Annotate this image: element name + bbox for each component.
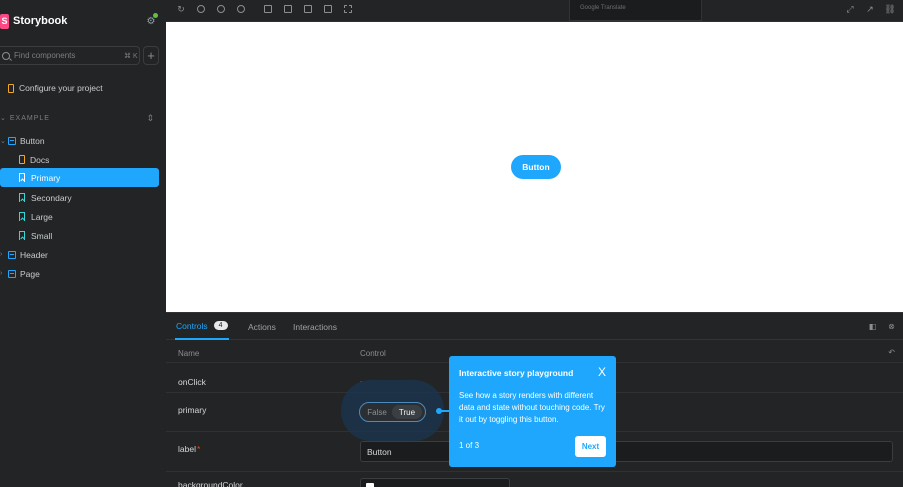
grid-icon[interactable] (283, 4, 293, 14)
tree-label: Page (20, 268, 40, 279)
section-example[interactable]: ⌄ EXAMPLE ⇕ (0, 112, 158, 124)
component-icon (8, 269, 16, 278)
tree-label: Secondary (31, 192, 72, 203)
primary-boolean-toggle[interactable]: False True (359, 402, 426, 422)
tab-interactions[interactable]: Interactions (293, 313, 337, 340)
bookmark-icon (19, 173, 25, 182)
plus-icon: + (147, 48, 155, 63)
color-swatch[interactable] (366, 483, 374, 487)
tree-label: Small (31, 230, 53, 241)
search-input[interactable] (14, 51, 114, 60)
search-box[interactable]: ⌘ K (0, 46, 140, 65)
sidebar: S Storybook ⚙ ⌘ K + Configure your proje… (0, 0, 166, 487)
tour-pointer-line (441, 410, 449, 412)
search-icon (2, 51, 10, 60)
notification-dot (153, 13, 158, 18)
toggle-true-option[interactable]: True (392, 405, 422, 419)
expand-collapse-icon[interactable]: ⇕ (146, 113, 155, 124)
reset-controls-icon[interactable]: ↶ (888, 348, 895, 357)
bookmark-icon (19, 231, 25, 240)
demo-primary-button[interactable]: Button (511, 155, 561, 179)
tree-story-secondary[interactable]: Secondary (19, 188, 158, 207)
settings-gear-button[interactable]: ⚙ (145, 13, 158, 27)
tree-label: Button (20, 135, 45, 146)
close-icon[interactable]: X (598, 365, 606, 379)
reload-icon[interactable]: ↻ (176, 4, 186, 14)
configure-project-link[interactable]: Configure your project (8, 83, 103, 93)
tour-next-button[interactable]: Next (575, 436, 606, 457)
chevron-right-icon: › (0, 270, 3, 277)
zoom-reset-icon[interactable] (236, 4, 246, 14)
add-story-button[interactable]: + (143, 46, 159, 65)
tab-controls[interactable]: Controls 4 (175, 313, 229, 340)
component-icon (8, 250, 16, 259)
tree-story-primary[interactable]: Primary (0, 168, 159, 187)
arg-name: backgroundColor (178, 480, 243, 487)
required-marker: * (196, 444, 201, 454)
tree-story-small[interactable]: Small (19, 226, 158, 245)
configure-label: Configure your project (19, 83, 103, 93)
open-new-tab-icon[interactable]: ↗ (865, 4, 875, 14)
brand-name: Storybook (13, 15, 68, 27)
arg-name: label* (178, 444, 201, 454)
tree-component-header[interactable]: › Header (0, 245, 158, 264)
close-panel-icon[interactable]: ⊗ (887, 322, 896, 331)
storybook-logo-icon: S (0, 13, 9, 29)
control-row-backgroundcolor: backgroundColor (166, 472, 903, 487)
column-control: Control (360, 349, 386, 358)
controls-count-badge: 4 (213, 321, 228, 330)
column-name: Name (178, 349, 200, 358)
chevron-down-icon: ⌄ (0, 115, 7, 122)
label-text-input[interactable] (360, 441, 893, 462)
section-label: EXAMPLE (9, 114, 50, 122)
copy-link-icon[interactable]: ⛓ (884, 4, 895, 14)
tour-step-counter: 1 of 3 (459, 441, 480, 450)
background-color-input[interactable] (360, 478, 510, 487)
onboarding-tooltip: Interactive story playground X See how a… (449, 356, 616, 467)
search-shortcut: ⌘ K (124, 52, 138, 60)
tab-actions[interactable]: Actions (248, 313, 276, 340)
preview-toolbar: ↻ ⤢ ↗ ⛓ (166, 0, 903, 22)
chevron-right-icon: › (0, 251, 3, 258)
document-icon (8, 83, 14, 93)
bookmark-icon (19, 212, 25, 221)
tree-component-button[interactable]: ⌄ Button (0, 131, 158, 150)
tab-label: Interactions (293, 321, 337, 332)
bookmark-icon (19, 193, 25, 202)
fullscreen-icon[interactable]: ⤢ (845, 4, 855, 14)
outline-icon[interactable] (343, 4, 353, 14)
arg-name: primary (178, 405, 207, 415)
tour-title: Interactive story playground (459, 368, 574, 378)
storybook-app: S Storybook ⚙ ⌘ K + Configure your proje… (0, 0, 903, 487)
tree-docs[interactable]: Docs (19, 150, 158, 169)
addon-tabs: Controls 4 Actions Interactions ◧ ⊗ (166, 313, 903, 340)
component-icon (8, 136, 16, 145)
viewport-icon[interactable] (303, 4, 313, 14)
panel-orientation-icon[interactable]: ◧ (868, 322, 877, 331)
measure-icon[interactable] (323, 4, 333, 14)
tab-label: Actions (248, 321, 276, 332)
background-icon[interactable] (263, 4, 273, 14)
chevron-down-icon: ⌄ (0, 137, 6, 145)
tour-body: See how a story renders with different d… (459, 391, 605, 424)
preview-canvas: Button (166, 22, 903, 312)
translate-popup: Google Translate (569, 0, 702, 21)
tree-label: Primary (31, 172, 61, 183)
zoom-in-icon[interactable] (196, 4, 206, 14)
zoom-out-icon[interactable] (216, 4, 226, 14)
tab-label: Controls (176, 320, 208, 331)
document-icon (19, 155, 25, 164)
tree-component-page[interactable]: › Page (0, 264, 158, 283)
tree-story-large[interactable]: Large (19, 207, 158, 226)
tree-label: Docs (30, 154, 50, 165)
tree-label: Header (20, 249, 48, 260)
brand[interactable]: S Storybook (0, 12, 67, 30)
toggle-false-option[interactable]: False (362, 405, 392, 419)
arg-name: onClick (178, 377, 206, 387)
tree-label: Large (31, 211, 53, 222)
